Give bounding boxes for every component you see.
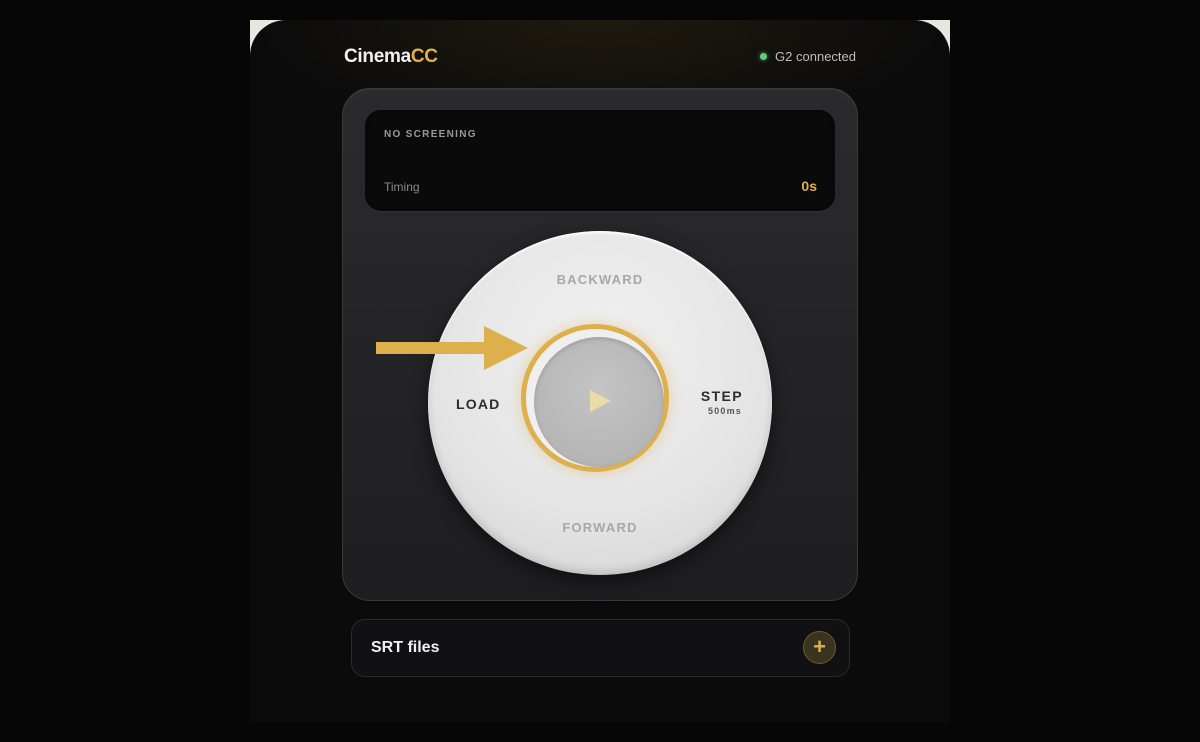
timing-value: 0s — [801, 178, 817, 194]
forward-button[interactable]: FORWARD — [428, 520, 772, 535]
connection-status: G2 connected — [760, 49, 856, 64]
app-logo: CinemaCC — [344, 46, 438, 68]
step-button[interactable]: STEP — [701, 388, 743, 404]
add-srt-button[interactable]: + — [803, 631, 836, 664]
plus-icon: + — [813, 634, 826, 659]
srt-files-title: SRT files — [371, 639, 440, 656]
arrow-right-icon — [376, 326, 528, 370]
backward-button[interactable]: BACKWARD — [428, 272, 772, 287]
app-window: CinemaCC G2 connected NO SCREENING Timin… — [250, 20, 950, 722]
logo-text: Cinema — [344, 46, 411, 67]
load-button[interactable]: LOAD — [456, 396, 500, 412]
timing-label: Timing — [384, 180, 420, 194]
screening-title: NO SCREENING — [384, 129, 477, 140]
srt-files-panel[interactable]: SRT files + — [351, 619, 850, 677]
play-button[interactable] — [534, 337, 664, 467]
play-icon — [590, 390, 611, 412]
control-dial: BACKWARD FORWARD LOAD STEP 500ms — [428, 231, 772, 575]
step-interval-label: 500ms — [707, 406, 742, 416]
screen: CinemaCC G2 connected NO SCREENING Timin… — [0, 0, 1200, 742]
connection-status-label: G2 connected — [775, 49, 856, 64]
status-dot-icon — [760, 53, 768, 60]
screening-display: NO SCREENING Timing 0s — [365, 110, 835, 211]
logo-accent-text: CC — [410, 46, 438, 67]
